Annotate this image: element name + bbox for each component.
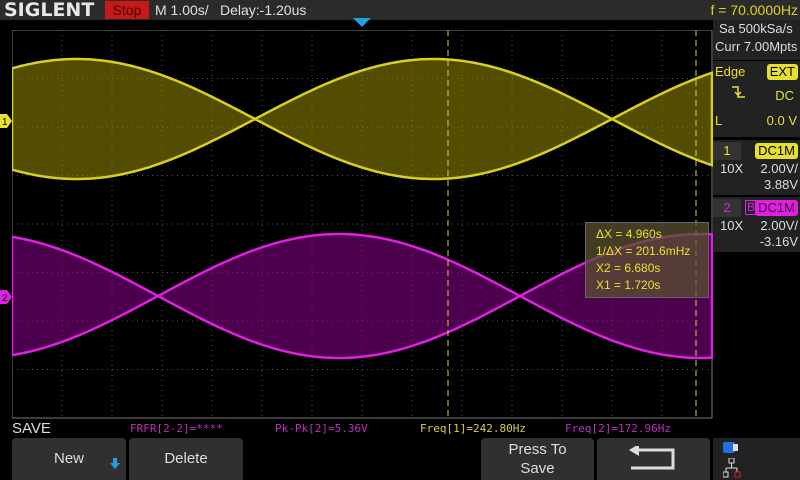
new-label: New: [53, 450, 84, 467]
channel-1-number: 1: [713, 142, 741, 160]
press-to-save-line2: Save: [520, 460, 555, 477]
trigger-level-label: L: [715, 113, 723, 128]
status-area: [713, 438, 800, 480]
falling-edge-icon: [732, 86, 745, 98]
trigger-type: Edge: [715, 64, 746, 79]
trigger-frequency: f = 70.0000Hz: [710, 2, 798, 18]
measurement-pkpk: Pk-Pk[2]=5.36V: [275, 422, 368, 435]
channel-2-probe: 10X: [720, 218, 744, 233]
channel-1-panel[interactable]: 1 DC1M 10X 2.00V/ 3.88V: [713, 140, 800, 196]
channel-1-offset: 3.88V: [764, 177, 798, 192]
cursor-readout-box: ΔX = 4.960s 1/ΔX = 201.6mHz X2 = 6.680s …: [585, 222, 709, 298]
new-button[interactable]: New: [12, 438, 126, 480]
network-icon: [723, 458, 741, 478]
measurement-freq1: Freq[1]=242.80Hz: [420, 422, 526, 435]
trigger-position-marker-icon[interactable]: [353, 18, 371, 28]
channel-1-probe: 10X: [720, 161, 744, 176]
trigger-source: EXT: [766, 64, 798, 80]
run-state-badge[interactable]: Stop: [105, 1, 149, 19]
sample-rate: Sa 500kSa/s: [719, 21, 793, 36]
channel-2-offset: -3.16V: [759, 234, 798, 249]
channel-2-panel[interactable]: 2 B DC1M 10X 2.00V/ -3.16V: [713, 197, 800, 253]
trigger-panel[interactable]: Edge EXT DC L 0.0 V: [713, 61, 800, 138]
memory-depth: Curr 7.00Mpts: [715, 39, 798, 54]
channel-1-marker-icon[interactable]: 1: [0, 114, 12, 128]
svg-text:1: 1: [2, 117, 8, 128]
cursor-inverse-delta-x: 1/ΔX = 201.6mHz: [596, 244, 691, 258]
measurement-bar: FRFR[2-2]=**** Pk-Pk[2]=5.36V Freq[1]=24…: [0, 420, 800, 437]
delete-button[interactable]: Delete: [129, 438, 243, 480]
return-arrow-icon: [629, 446, 675, 470]
cursor-x1: X1 = 1.720s: [596, 278, 661, 292]
timebase-readout[interactable]: M 1.00s/: [155, 1, 209, 19]
delete-label: Delete: [164, 450, 208, 467]
usb-icon: [723, 442, 738, 453]
channel-2-coupling: DC1M: [755, 200, 798, 216]
delay-readout[interactable]: Delay:-1.20us: [220, 1, 306, 19]
channel-2-marker-icon[interactable]: 2: [0, 290, 12, 304]
trigger-coupling: DC: [775, 88, 794, 103]
measurement-freq2: Freq[2]=172.96Hz: [565, 422, 671, 435]
trigger-level: 0.0 V: [766, 113, 797, 128]
cursor-delta-x: ΔX = 4.960s: [596, 227, 662, 241]
channel-1-coupling: DC1M: [755, 143, 798, 159]
svg-text:2: 2: [2, 293, 8, 304]
measurement-frfr: FRFR[2-2]=****: [130, 422, 223, 435]
press-to-save-button[interactable]: Press To Save: [481, 438, 594, 480]
arrow-down-icon: [110, 458, 120, 469]
channel-2-number: 2: [713, 199, 741, 217]
press-to-save-line1: Press To: [508, 441, 567, 458]
back-button[interactable]: [597, 438, 710, 480]
siglent-logo: SIGLENT: [4, 0, 95, 21]
channel-1-waveform: [12, 57, 713, 181]
acquisition-panel[interactable]: Sa 500kSa/s Curr 7.00Mpts: [713, 20, 800, 61]
cursor-x2: X2 = 6.680s: [596, 261, 661, 275]
